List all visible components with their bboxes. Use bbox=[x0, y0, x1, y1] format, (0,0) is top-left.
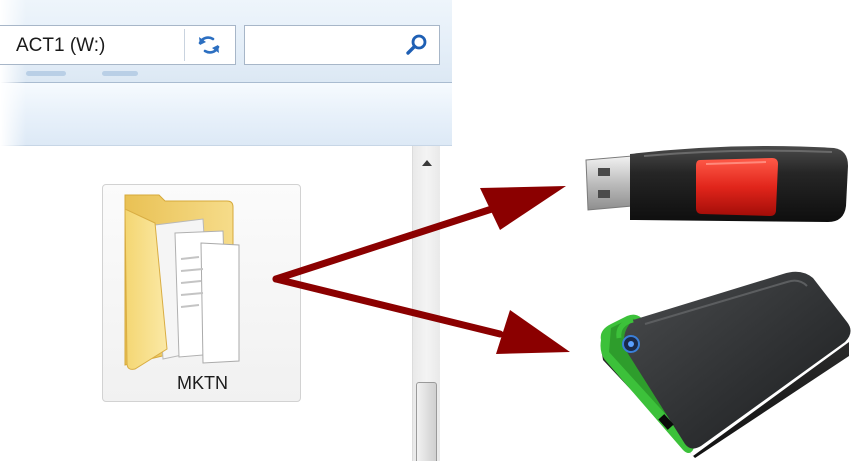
external-hard-drive-icon bbox=[600, 271, 851, 458]
screenshot-stage: ACT1 (W:) MKTN bbox=[0, 0, 854, 461]
arrow-to-hdd bbox=[272, 275, 570, 354]
arrow-to-usb bbox=[272, 186, 566, 283]
usb-flash-drive-icon bbox=[585, 146, 848, 222]
